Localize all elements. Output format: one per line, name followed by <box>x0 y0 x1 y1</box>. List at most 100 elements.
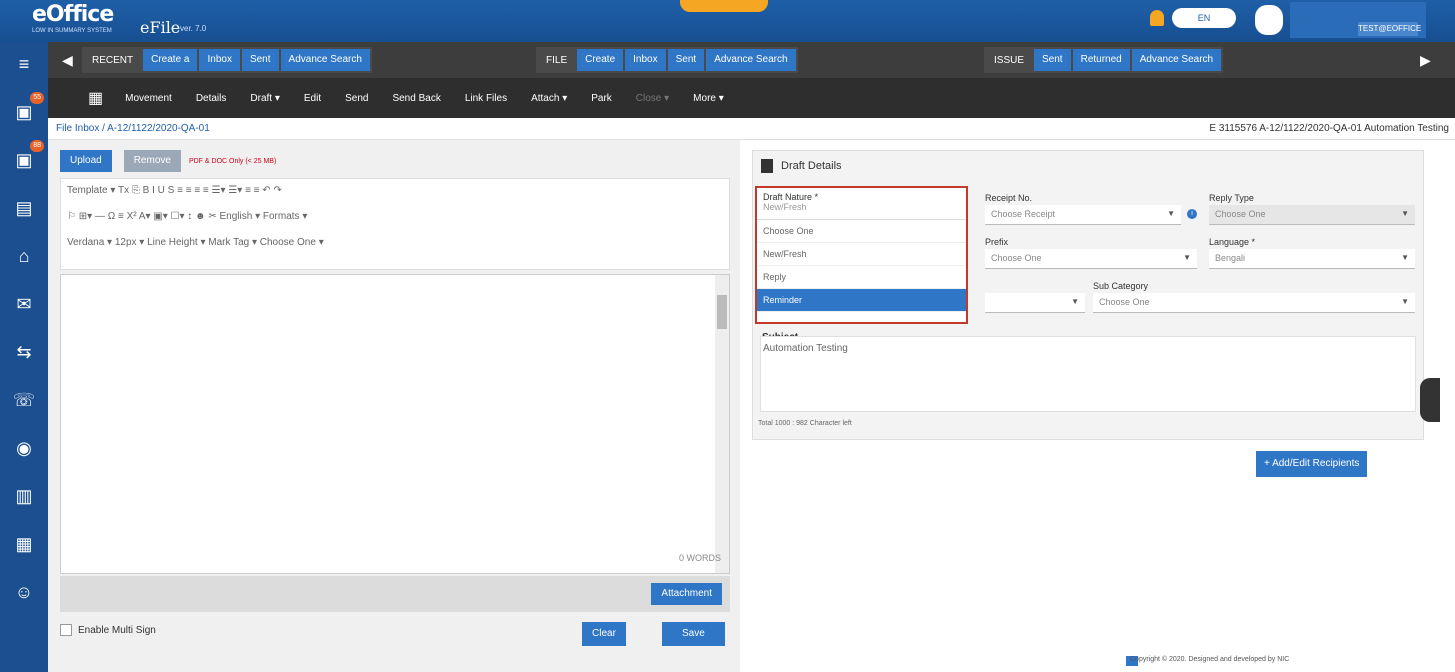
save-button[interactable]: Save <box>662 622 725 646</box>
remove-button[interactable]: Remove <box>123 150 181 172</box>
file-info: E 3115576 A-12/1122/2020-QA-01 Automatio… <box>1209 123 1449 134</box>
toolbar-line-3[interactable]: Verdana ▾ 12px ▾ Line Height ▾ Mark Tag … <box>67 237 324 257</box>
toolbar-line-1[interactable]: Template ▾ Tx ⎘ B I U S ≡ ≡ ≡ ≡ ☰▾ ☰▾ ≡ … <box>67 185 282 205</box>
chevron-down-icon: ▼ <box>1071 297 1079 306</box>
draft-nature-value: New/Fresh <box>763 202 807 212</box>
draft-nature-option[interactable]: Reply <box>757 266 966 289</box>
globe-icon[interactable]: ◉ <box>10 434 38 462</box>
efile-receipt-icon[interactable]: ▣ 88 <box>10 140 44 174</box>
nav-file-advance-search[interactable]: Advance Search <box>706 49 796 71</box>
editor-scrollbar[interactable] <box>715 275 729 573</box>
draft-nature-field[interactable]: Draft Nature * New/Fresh <box>757 188 966 220</box>
file-toolbar: ▦ Movement Details Draft ▾ Edit Send Send Bac… <box>48 78 1455 118</box>
upload-button[interactable]: Upload <box>60 150 112 172</box>
nav-recent-advance-search[interactable]: Advance Search <box>280 49 370 71</box>
nav-recent-create[interactable]: Create a <box>143 49 198 71</box>
book-icon[interactable]: ▥ <box>10 482 38 510</box>
multi-sign-toggle[interactable]: Enable Multi Sign <box>60 624 156 636</box>
toolbar-park-button[interactable]: Park <box>579 93 624 104</box>
people-icon[interactable]: ☺ <box>10 578 38 606</box>
nav-file-create[interactable]: Create <box>577 49 624 71</box>
notification-bell-icon[interactable] <box>1150 10 1164 26</box>
add-recipients-label: Add/Edit Recipients <box>1272 458 1360 469</box>
note-editor-panel: Upload Remove PDF & DOC Only (< 25 MB) T… <box>48 140 740 672</box>
left-sidebar: ≡ ▣ 55 ▣ 88 ▤ ⌂ ✉ ⇆ ☏ ◉ ▥ ▦ ☺ <box>0 42 48 672</box>
clear-button[interactable]: Clear <box>582 622 626 646</box>
breadcrumb[interactable]: File Inbox / A-12/1122/2020-QA-01 <box>56 123 210 134</box>
receipt-no-select[interactable]: Choose Receipt ▼ <box>985 205 1181 225</box>
toolbar-movement-button[interactable]: Movement <box>113 93 184 104</box>
user-info[interactable]: TEST@EOFFICE <box>1290 2 1426 38</box>
reply-type-select[interactable]: Choose One ▼ <box>1209 205 1415 225</box>
draft-details-title: Draft Details <box>781 160 842 172</box>
toolbar-linkfiles-button[interactable]: Link Files <box>453 93 519 104</box>
chevron-down-icon: ▼ <box>1401 253 1409 262</box>
report-icon[interactable]: ▦ <box>10 530 38 558</box>
grid-view-icon[interactable]: ▦ <box>78 88 113 108</box>
draft-nature-dropdown[interactable]: Draft Nature * New/Fresh Choose One New/… <box>755 186 968 324</box>
toolbar-attach-button[interactable]: Attach ▾ <box>519 93 579 104</box>
editor-body[interactable]: 0 WORDS <box>60 274 730 574</box>
nav-group-issue: ISSUE Sent Returned Advance Search <box>984 47 1224 73</box>
nav-issue-returned[interactable]: Returned <box>1072 49 1130 71</box>
efile-icon[interactable]: ▣ 55 <box>10 92 44 126</box>
user-avatar[interactable] <box>1255 5 1283 35</box>
receipt-no-label: Receipt No. <box>985 193 1033 203</box>
transfer-icon[interactable]: ⇆ <box>10 338 38 366</box>
header-center-tab[interactable] <box>680 0 768 12</box>
toolbar-draft-button[interactable]: Draft ▾ <box>238 93 291 104</box>
tasks-icon[interactable]: ▤ <box>10 194 38 222</box>
nav-left-arrow-icon[interactable]: ◀ <box>62 52 73 69</box>
prefix-select[interactable]: Choose One ▼ <box>985 249 1197 269</box>
category-select[interactable]: ▼ <box>985 293 1085 313</box>
toolbar-send-button[interactable]: Send <box>333 93 380 104</box>
language-selector[interactable]: EN <box>1172 8 1236 28</box>
draft-nature-option[interactable]: New/Fresh <box>757 243 966 266</box>
language-value: Bengali <box>1215 253 1246 263</box>
nav-recent-sent[interactable]: Sent <box>241 49 279 71</box>
dak-icon[interactable]: ✉ <box>10 290 38 318</box>
language-select[interactable]: Bengali ▼ <box>1209 249 1415 269</box>
breadcrumb-bar: File Inbox / A-12/1122/2020-QA-01 E 3115… <box>48 118 1455 140</box>
nav-file-sent[interactable]: Sent <box>667 49 705 71</box>
chevron-down-icon: ▼ <box>1401 297 1409 306</box>
nav-group-file: FILE Create Inbox Sent Advance Search <box>536 47 798 73</box>
info-icon[interactable]: i <box>1187 209 1197 219</box>
draft-nature-option-selected[interactable]: Reminder <box>757 289 966 312</box>
nav-file-inbox[interactable]: Inbox <box>625 49 666 71</box>
multi-sign-checkbox[interactable] <box>60 624 72 636</box>
user-login-label: TEST@EOFFICE <box>1358 22 1421 36</box>
document-icon <box>761 159 773 173</box>
subject-textarea[interactable]: Automation Testing <box>760 336 1416 412</box>
prefix-value: Choose One <box>991 253 1042 263</box>
add-edit-recipients-button[interactable]: + Add/Edit Recipients <box>1256 451 1368 477</box>
toolbar-line-2[interactable]: ⚐ ⊞▾ — Ω ≡ X² A▾ ▣▾ ☐▾ ↕ ☻ ✂ English ▾ F… <box>67 211 307 231</box>
menu-icon[interactable]: ≡ <box>10 50 38 78</box>
multi-sign-label: Enable Multi Sign <box>78 624 156 636</box>
phone-icon[interactable]: ☏ <box>10 386 38 414</box>
sub-category-select[interactable]: Choose One ▼ <box>1093 293 1415 313</box>
language-label: Language * <box>1209 237 1256 247</box>
nav-right-arrow-icon[interactable]: ▶ <box>1420 52 1431 69</box>
toolbar-sendback-button[interactable]: Send Back <box>380 93 452 104</box>
nav-recent-inbox[interactable]: Inbox <box>199 49 240 71</box>
toolbar-close-button[interactable]: Close ▾ <box>624 93 681 104</box>
nav-issue-advance-search[interactable]: Advance Search <box>1131 49 1222 71</box>
module-nav: ◀ RECENT Create a Inbox Sent Advance Sea… <box>48 42 1455 78</box>
character-count: Total 1000 : 982 Character left <box>758 420 852 427</box>
receipt-no-value: Choose Receipt <box>991 209 1056 219</box>
sub-category-value: Choose One <box>1099 297 1150 307</box>
draft-nature-option[interactable]: Choose One <box>757 220 966 243</box>
home-icon[interactable]: ⌂ <box>10 242 38 270</box>
app-name: eFile <box>140 18 181 37</box>
toolbar-details-button[interactable]: Details <box>184 93 239 104</box>
scroll-thumb[interactable] <box>717 295 727 329</box>
nav-group-label: FILE <box>546 54 568 66</box>
toolbar-more-button[interactable]: More ▾ <box>681 93 736 104</box>
app-version: ver. 7.0 <box>180 24 207 33</box>
toolbar-edit-button[interactable]: Edit <box>292 93 333 104</box>
copyright: Copyright © 2020. Designed and developed… <box>1130 656 1290 663</box>
nav-issue-sent[interactable]: Sent <box>1034 49 1071 71</box>
collapse-side-tab[interactable] <box>1420 378 1440 422</box>
attachment-button[interactable]: Attachment <box>651 583 722 605</box>
